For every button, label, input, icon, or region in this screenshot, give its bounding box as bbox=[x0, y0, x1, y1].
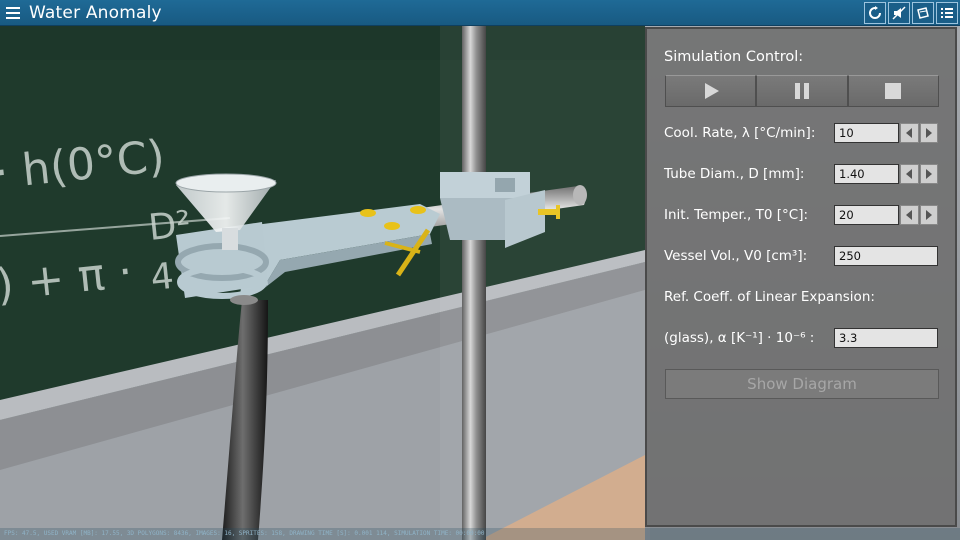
expansion-label: Ref. Coeff. of Linear Expansion: bbox=[664, 289, 875, 305]
tube-diameter-label: Tube Diam., D [mm]: bbox=[664, 166, 805, 182]
init-temperature-label: Init. Temper., T0 [°C]: bbox=[664, 207, 809, 223]
init-temperature-row: Init. Temper., T0 [°C]: bbox=[664, 204, 808, 226]
expansion-label-row: Ref. Coeff. of Linear Expansion: bbox=[664, 286, 875, 308]
view-icon[interactable] bbox=[912, 2, 934, 24]
show-diagram-button[interactable]: Show Diagram bbox=[665, 369, 939, 399]
init-temperature-stepper bbox=[900, 205, 939, 225]
increment-icon[interactable] bbox=[919, 205, 938, 225]
decrement-icon[interactable] bbox=[900, 164, 919, 184]
vessel-volume-input[interactable]: 250 bbox=[834, 246, 938, 266]
app-title: Water Anomaly bbox=[29, 2, 162, 23]
vessel-volume-row: Vessel Vol., V0 [cm³]: bbox=[664, 245, 807, 267]
cooling-rate-label: Cool. Rate, λ [°C/min]: bbox=[664, 125, 816, 141]
increment-icon[interactable] bbox=[919, 123, 938, 143]
panel-heading: Simulation Control: bbox=[664, 49, 804, 65]
stop-icon bbox=[885, 83, 902, 99]
tube-diameter-row: Tube Diam., D [mm]: bbox=[664, 163, 804, 185]
play-icon bbox=[704, 83, 719, 99]
init-temperature-input[interactable]: 20 bbox=[834, 205, 899, 225]
glass-coefficient-input[interactable]: 3.3 bbox=[834, 328, 938, 348]
decrement-icon[interactable] bbox=[900, 123, 919, 143]
mute-icon[interactable] bbox=[888, 2, 910, 24]
reset-icon[interactable] bbox=[864, 2, 886, 24]
decrement-icon[interactable] bbox=[900, 205, 919, 225]
cooling-rate-row: Cool. Rate, λ [°C/min]: bbox=[664, 122, 815, 144]
vessel-volume-label: Vessel Vol., V0 [cm³]: bbox=[664, 248, 808, 264]
menu-icon[interactable] bbox=[0, 0, 26, 26]
pause-button[interactable] bbox=[756, 75, 848, 107]
tube-diameter-stepper bbox=[900, 164, 939, 184]
play-button[interactable] bbox=[665, 75, 757, 107]
toolbar-icons bbox=[864, 2, 958, 24]
tube-diameter-input[interactable]: 1.40 bbox=[834, 164, 899, 184]
pause-icon bbox=[794, 83, 809, 99]
settings-icon[interactable] bbox=[936, 2, 958, 24]
board-text-4: 4 bbox=[149, 256, 176, 299]
stop-button[interactable] bbox=[847, 75, 939, 107]
cooling-rate-input[interactable]: 10 bbox=[834, 123, 899, 143]
status-bar: FPS: 47.5, USED VRAM [MB]: 17.55, 3D POL… bbox=[0, 528, 960, 540]
glass-row: (glass), α [K⁻¹] · 10⁻⁶ : bbox=[664, 327, 814, 349]
cooling-rate-stepper bbox=[900, 123, 939, 143]
increment-icon[interactable] bbox=[919, 164, 938, 184]
simulation-buttons bbox=[665, 75, 939, 107]
title-bar: Water Anomaly bbox=[0, 0, 960, 26]
glass-label: (glass), α [K⁻¹] · 10⁻⁶ : bbox=[664, 330, 815, 346]
control-panel: Simulation Control: Cool. Rate, λ [°C/mi… bbox=[645, 27, 957, 527]
